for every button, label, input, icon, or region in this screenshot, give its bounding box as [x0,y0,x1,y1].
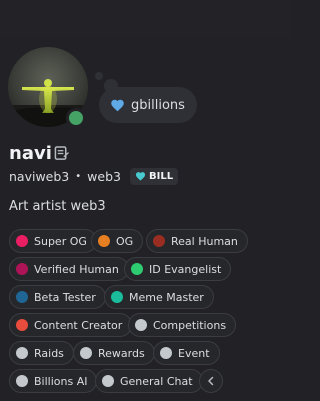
display-name: navi [9,143,52,164]
role-label: Event [178,346,210,360]
role-pill[interactable]: Competitions [128,313,237,337]
role-color-dot [153,235,165,247]
role-pill[interactable]: Raids [9,341,74,365]
role-label: OG [116,234,134,248]
role-color-dot [160,347,172,359]
role-label: Rewards [98,346,145,360]
role-label: ID Evangelist [149,262,222,276]
role-pill[interactable]: Event [153,341,220,365]
clan-tag-label: BILL [148,170,174,182]
collapse-roles-button[interactable] [199,369,223,393]
pronouns: web3 [87,168,121,184]
role-color-dot [98,235,110,247]
role-label: Competitions [153,318,227,332]
bio-text: Art artist web3 [9,199,106,214]
role-color-dot [16,291,28,303]
heart-icon [135,172,146,181]
role-color-dot [131,263,143,275]
role-pill[interactable]: Beta Tester [9,285,106,309]
role-label: Verified Human [34,262,119,276]
role-color-dot [16,375,28,387]
role-color-dot [16,319,28,331]
role-label: Content Creator [34,318,123,332]
custom-status-text: gbillions [131,97,185,113]
role-color-dot [102,375,114,387]
notes-icon[interactable] [54,146,69,161]
role-pill[interactable]: Content Creator [9,313,133,337]
role-color-dot [111,291,123,303]
role-pill[interactable]: OG [91,229,144,253]
role-label: General Chat [120,374,193,388]
role-pill[interactable]: Rewards [73,341,155,365]
role-label: Meme Master [129,290,204,304]
profile-banner [0,0,292,37]
role-label: Real Human [171,234,238,248]
role-label: Raids [34,346,64,360]
username[interactable]: naviweb3 [9,169,69,184]
role-pill[interactable]: General Chat [95,369,203,393]
chevron-left-icon [208,376,214,386]
username-row: naviweb3 • web3 BILL [9,167,179,185]
role-label: Super OG [34,234,87,248]
role-pill[interactable]: Verified Human [9,257,129,281]
role-color-dot [16,235,28,247]
online-status-indicator [69,111,83,125]
role-label: Beta Tester [34,290,96,304]
role-color-dot [16,263,28,275]
status-bubble-tail-small [95,72,103,80]
separator-dot: • [75,170,82,182]
role-color-dot [135,319,147,331]
role-pill[interactable]: Meme Master [104,285,214,309]
heart-icon [111,99,124,112]
role-color-dot [16,347,28,359]
clan-tag-badge[interactable]: BILL [129,167,179,185]
custom-status-bubble[interactable]: gbillions [99,87,197,123]
role-pill[interactable]: Real Human [146,229,248,253]
role-color-dot [80,347,92,359]
role-pill[interactable]: Super OG [9,229,97,253]
role-label: Billions AI [34,374,88,388]
role-pill[interactable]: Billions AI [9,369,98,393]
role-pill[interactable]: ID Evangelist [124,257,232,281]
